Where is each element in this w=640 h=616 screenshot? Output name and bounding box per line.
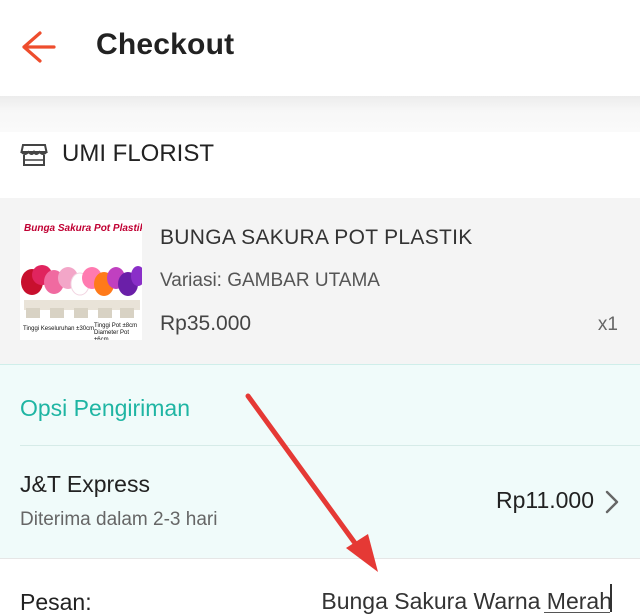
shipping-option-row[interactable]: J&T Express Diterima dalam 2-3 hari Rp11… [0, 447, 640, 557]
shop-row[interactable]: UMI FLORIST [0, 132, 640, 198]
shipping-eta: Diterima dalam 2-3 hari [20, 509, 218, 530]
store-icon [20, 144, 48, 166]
shipping-divider [20, 445, 640, 446]
shipping-carrier: J&T Express [20, 471, 150, 497]
page-title: Checkout [96, 28, 235, 61]
back-button[interactable] [18, 28, 58, 66]
product-price: Rp35.000 [160, 312, 252, 335]
shipping-fee: Rp11.000 [495, 487, 594, 513]
product-image-caption-left: Tinggi Keseluruhan ±30cm [23, 326, 95, 332]
flower-photo [21, 265, 142, 318]
arrow-left-icon [22, 31, 56, 63]
message-input[interactable] [282, 587, 612, 615]
shipping-section: Opsi Pengiriman J&T Express Diterima dal… [0, 364, 640, 559]
app-header: Checkout [0, 0, 640, 96]
section-divider [0, 96, 640, 132]
message-row: Pesan: [0, 558, 640, 616]
product-image-caption-right: Tinggi Pot ±8cm Diameter Pot ±6cm [94, 323, 138, 340]
product-image: Bunga Sakura Pot Plastik Tinggi Keseluru… [20, 220, 142, 340]
message-label: Pesan: [20, 589, 92, 615]
shop-name: UMI FLORIST [62, 140, 215, 167]
product-name: BUNGA SAKURA POT PLASTIK [160, 226, 473, 249]
text-cursor [610, 584, 612, 612]
product-item: Bunga Sakura Pot Plastik Tinggi Keseluru… [0, 198, 640, 364]
spellcheck-underline [544, 612, 610, 613]
product-quantity: x1 [597, 314, 618, 335]
product-variation: Variasi: GAMBAR UTAMA [160, 270, 380, 291]
shipping-section-label: Opsi Pengiriman [20, 395, 191, 421]
chevron-right-icon [605, 490, 619, 514]
